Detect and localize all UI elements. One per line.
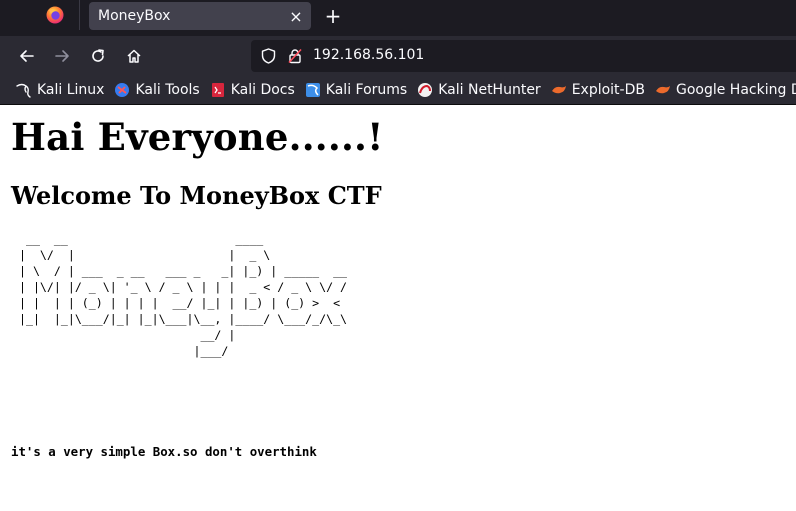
bookmark-label: Kali NetHunter <box>438 82 541 98</box>
hint-message: it's a very simple Box.so don't overthin… <box>11 444 317 459</box>
tab-title: MoneyBox <box>98 8 171 24</box>
back-arrow-icon <box>20 50 34 62</box>
bookmark-label: Kali Forums <box>325 82 408 98</box>
shield-icon[interactable] <box>261 48 276 64</box>
ascii-art-line: | \ / | ___ _ __ ___ _ _| |_) | _____ __ <box>12 264 348 278</box>
firefox-menu-button[interactable] <box>30 0 80 30</box>
ascii-art-line: __/ | <box>12 328 236 342</box>
bookmark-kali-linux[interactable]: Kali Linux <box>12 78 108 102</box>
insecure-lock-icon[interactable] <box>287 48 303 64</box>
bookmark-label: Kali Linux <box>37 82 105 98</box>
ascii-art-line: | |\/| |/ _ \| '_ \ / _ \ | | | _ < / _ … <box>12 280 348 294</box>
page-heading: Hai Everyone......! <box>11 115 384 159</box>
bookmark-label: Exploit-DB <box>571 82 645 98</box>
tab-moneybox[interactable]: MoneyBox × <box>89 2 311 30</box>
home-button[interactable] <box>120 42 148 70</box>
kali-dragon-icon <box>16 83 31 98</box>
reload-icon <box>92 49 104 62</box>
bookmark-exploit-db[interactable]: Exploit-DB <box>547 78 649 102</box>
kali-tools-icon <box>115 83 130 97</box>
bookmark-kali-tools[interactable]: Kali Tools <box>110 78 203 102</box>
tab-strip: MoneyBox × + <box>0 0 796 36</box>
url-text[interactable]: 192.168.56.101 <box>313 47 424 63</box>
kali-nethunter-icon <box>418 83 433 97</box>
bookmarks-toolbar: Kali Linux Kali Tools Kali Docs Kali For… <box>0 76 796 105</box>
exploit-db-icon <box>551 86 566 94</box>
forward-button[interactable] <box>48 42 76 70</box>
ascii-art-line: __ __ ____ <box>12 232 264 246</box>
page-subheading: Welcome To MoneyBox CTF <box>11 181 382 210</box>
moneybox-ascii-art: __ __ ____ | \/ | | _ \ | \ / | ___ _ __… <box>12 231 347 359</box>
kali-docs-icon <box>211 83 224 97</box>
bookmark-kali-forums[interactable]: Kali Forums <box>301 78 411 102</box>
bookmark-label: Kali Docs <box>230 82 295 98</box>
navigation-toolbar: 192.168.56.101 <box>0 36 796 76</box>
firefox-icon <box>46 6 63 24</box>
google-hacking-db-icon <box>655 86 670 94</box>
ascii-art-line: | \/ | | _ \ <box>12 248 271 262</box>
close-tab-icon[interactable]: × <box>285 5 307 27</box>
address-bar[interactable]: 192.168.56.101 <box>251 40 796 72</box>
ascii-art-line: |_| |_|\___/|_| |_|\___|\__, |____/ \___… <box>12 312 348 326</box>
kali-forums-icon <box>305 83 320 97</box>
reload-button[interactable] <box>84 42 112 70</box>
ascii-art-line: |___/ <box>12 344 229 358</box>
bookmark-kali-docs[interactable]: Kali Docs <box>206 78 299 102</box>
forward-arrow-icon <box>55 50 69 62</box>
bookmark-google-hacking-db[interactable]: Google Hacking DB <box>651 78 796 102</box>
home-icon <box>127 49 141 63</box>
bookmark-kali-nethunter[interactable]: Kali NetHunter <box>413 78 544 102</box>
ascii-art-line: | | | | (_) | | | | __/ |_| | |_) | (_) … <box>12 296 341 310</box>
new-tab-button[interactable]: + <box>320 3 346 29</box>
bookmark-label: Google Hacking DB <box>675 82 796 98</box>
web-page-content: Hai Everyone......! Welcome To MoneyBox … <box>0 106 796 511</box>
back-button[interactable] <box>13 42 41 70</box>
bookmark-label: Kali Tools <box>135 82 200 98</box>
